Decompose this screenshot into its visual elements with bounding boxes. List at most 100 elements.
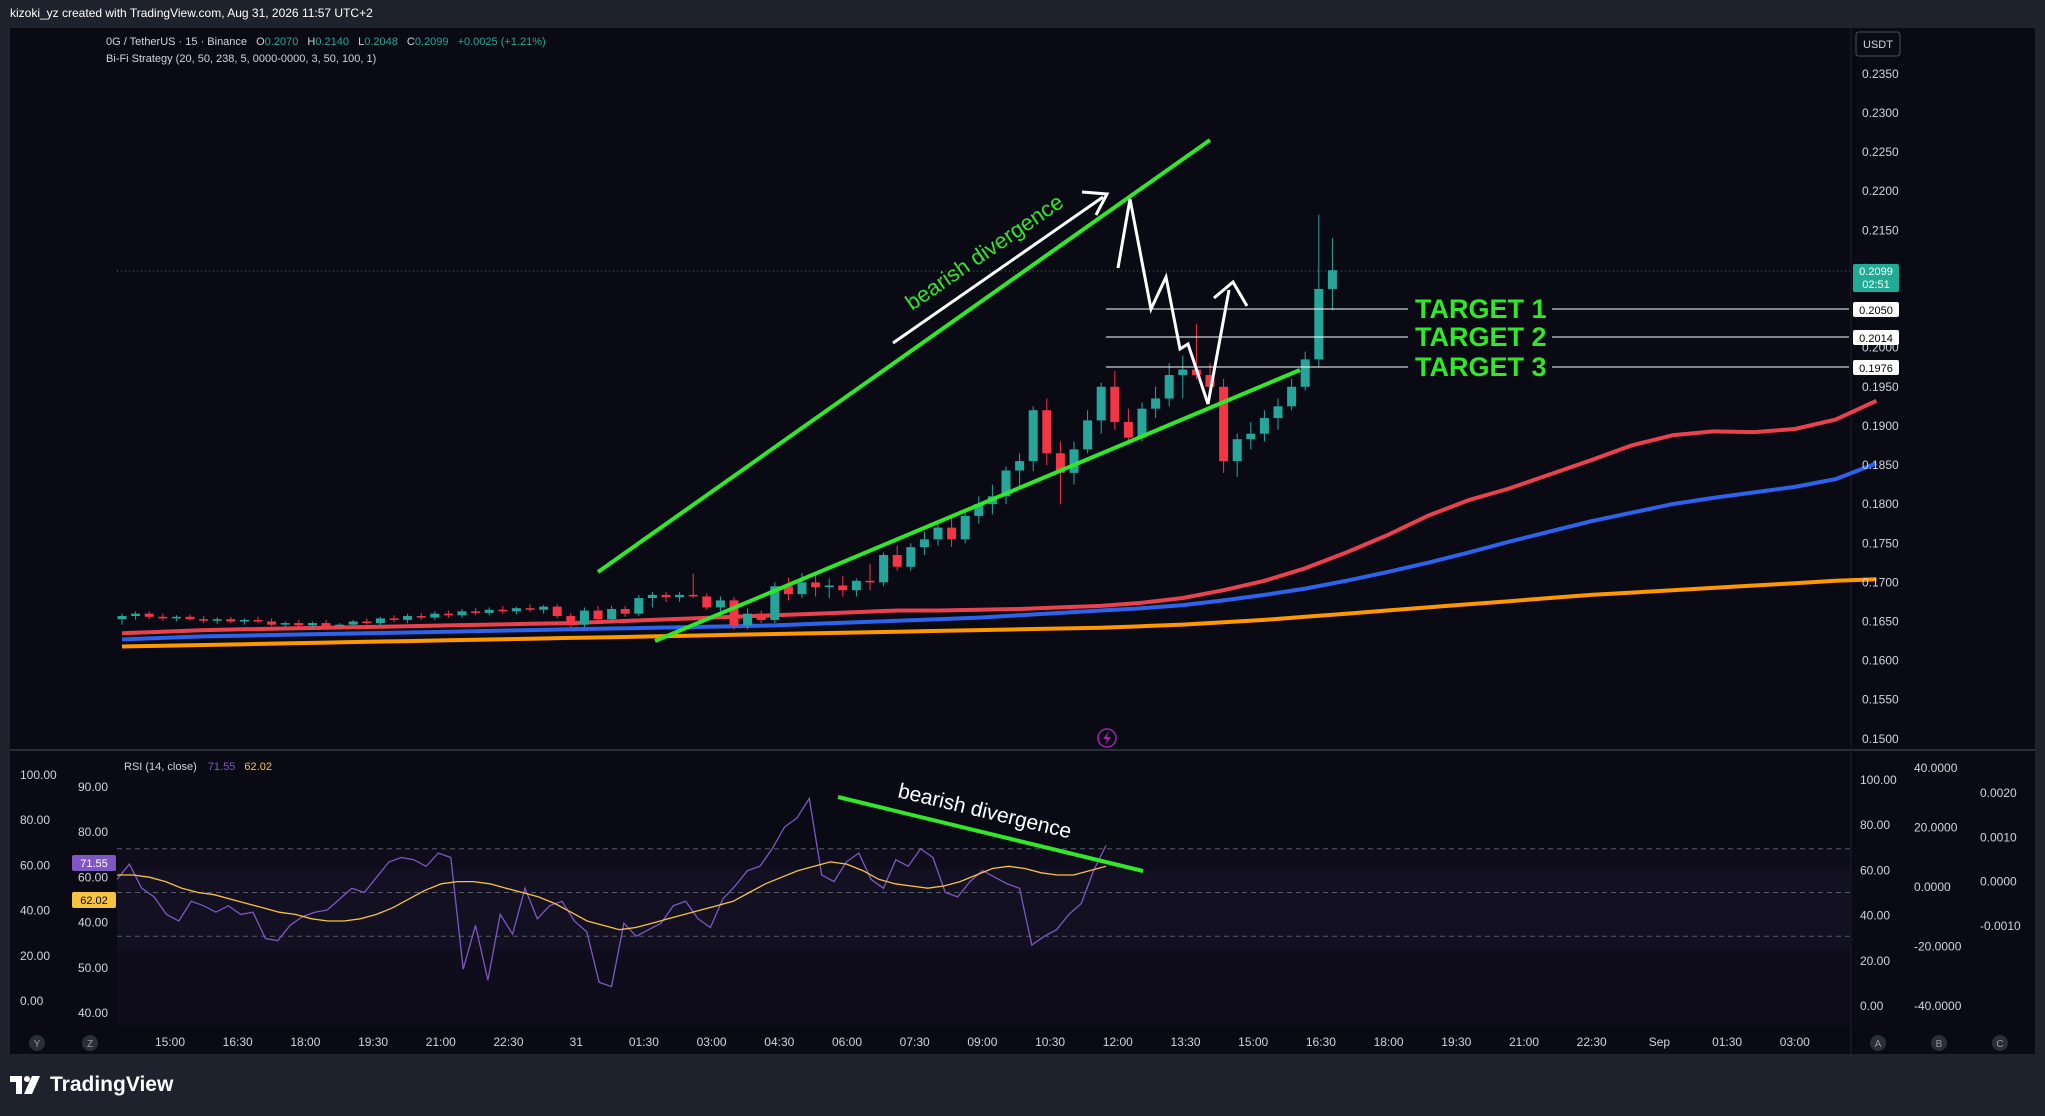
legend-high: 0.2140 (315, 36, 349, 48)
price-axis-tick: 0.2300 (1862, 106, 1899, 120)
time-axis-tick: 19:30 (358, 1035, 388, 1049)
rsi-left-axis-tick: 0.00 (20, 994, 44, 1008)
candle-body (1123, 421, 1133, 438)
candle-body (579, 610, 589, 625)
candle-body (879, 554, 889, 583)
forecast-path[interactable] (1116, 198, 1231, 405)
time-axis-tick: 13:30 (1170, 1035, 1200, 1049)
forecast-arrowhead (1213, 279, 1249, 307)
candle-body (1151, 398, 1161, 409)
legend-close: 0.2099 (415, 36, 449, 48)
ema-mid-line (121, 461, 1878, 642)
legend-strategy[interactable]: Bi-Fi Strategy (20, 50, 238, 5, 0000-000… (106, 53, 376, 65)
candle-body (171, 616, 181, 619)
rsi-left-axis-tick: 80.00 (78, 825, 108, 839)
candle-body (348, 621, 358, 625)
candle-body (743, 613, 753, 626)
candle-body (335, 624, 345, 627)
last-price-badge-countdown: 02:51 (1862, 279, 1890, 291)
rsi-left-axis-tick: 40.00 (78, 916, 108, 930)
candle-body (1083, 420, 1093, 450)
candle-body (607, 608, 617, 620)
lightning-icon[interactable] (1097, 728, 1117, 748)
candle-body (144, 613, 154, 617)
candles (117, 214, 1337, 630)
target-2-label: TARGET 2 (1415, 322, 1547, 352)
tradingview-wordmark: TradingView (50, 1073, 174, 1096)
candle-body (1042, 410, 1052, 454)
candle-body (199, 619, 209, 621)
chart-canvas[interactable]: 0.23500.23000.22500.22000.21500.21000.20… (0, 0, 2045, 1116)
candle-body (1110, 386, 1120, 422)
time-axis-tick: 15:00 (1238, 1035, 1268, 1049)
price-axis-tick: 0.1850 (1862, 458, 1899, 472)
time-axis-tick: 21:00 (1509, 1035, 1539, 1049)
candle-body (1219, 386, 1229, 462)
rsi-right-axis-tick-3: 0.0020 (1980, 786, 2017, 800)
candle-body (389, 618, 399, 620)
moving-averages (121, 398, 1878, 649)
time-axis-tick: 22:30 (1577, 1035, 1607, 1049)
candle-body (1178, 369, 1188, 376)
candle-body (1314, 288, 1324, 360)
candle-body (933, 527, 943, 540)
ema-slow-line (121, 577, 1877, 649)
candle-body (892, 554, 902, 567)
candle-body (634, 598, 644, 614)
rsi-band-upper (117, 849, 1850, 869)
candle-body (620, 608, 630, 614)
candle-body (321, 623, 331, 627)
candle-body (430, 613, 440, 618)
candle-body (647, 594, 657, 599)
rsi-legend-value: 71.55 (208, 761, 236, 773)
price-axis-tick: 0.2250 (1862, 145, 1899, 159)
candle-body (226, 619, 236, 622)
rsi-right-axis-tick: 0.00 (1860, 999, 1884, 1013)
legend-high-label: H (307, 36, 315, 48)
price-axis-tick: 0.1800 (1862, 497, 1899, 511)
rsi-band (117, 869, 1850, 949)
candle-body (484, 609, 494, 613)
rsi-right-axis-tick-2: -20.0000 (1914, 940, 1962, 954)
rsi-legend[interactable]: RSI (14, close) 71.55 62.02 (124, 761, 272, 773)
lower-trendline[interactable] (654, 368, 1301, 643)
tradingview-logo-icon (10, 1076, 40, 1094)
rsi-left-axis-tick: 20.00 (20, 949, 50, 963)
candle-body (498, 609, 508, 612)
candle-body (1069, 449, 1079, 473)
footer: TradingView (10, 1070, 173, 1100)
price-axis-tick: 0.1550 (1862, 693, 1899, 707)
price-axis-tick: 0.2350 (1862, 67, 1899, 81)
candle-body (1287, 386, 1297, 407)
rsi-right-axis-tick-2: 20.0000 (1914, 821, 1958, 835)
rsi-left-axis-tick: 60.00 (20, 858, 50, 872)
candle-body (1015, 461, 1025, 471)
target-2-price: 0.2014 (1859, 333, 1893, 345)
candle-body (294, 623, 304, 626)
legend-low: 0.2048 (364, 36, 398, 48)
divergence-arrow[interactable] (892, 195, 1104, 345)
candle-body (838, 585, 848, 591)
time-axis-tick: 16:30 (1306, 1035, 1336, 1049)
candle-body (1028, 410, 1038, 462)
price-axis-tick: 0.1650 (1862, 615, 1899, 629)
time-axis-tick: 19:30 (1441, 1035, 1471, 1049)
upper-trendline[interactable] (596, 138, 1212, 574)
last-price-badge-value: 0.2099 (1859, 266, 1893, 278)
rsi-right-axis-tick: 40.00 (1860, 909, 1890, 923)
candle-body (688, 594, 698, 597)
scale-button-label: C (1996, 1039, 2003, 1050)
candle-body (1164, 375, 1174, 399)
rsi-right-axis-tick-3: 0.0010 (1980, 830, 2017, 844)
rsi-band-lower (117, 949, 1850, 1026)
candle-body (1232, 439, 1242, 462)
legend-open: 0.2070 (265, 36, 299, 48)
target-1-label: TARGET 1 (1415, 294, 1547, 324)
candle-body (307, 623, 317, 626)
rsi-left-axis-tick: 60.00 (78, 870, 108, 884)
scale-button-label: Y (34, 1039, 41, 1050)
candle-body (865, 580, 875, 583)
time-axis-tick: 18:00 (290, 1035, 320, 1049)
time-axis-tick: 06:00 (832, 1035, 862, 1049)
target-3-price: 0.1976 (1859, 363, 1893, 375)
